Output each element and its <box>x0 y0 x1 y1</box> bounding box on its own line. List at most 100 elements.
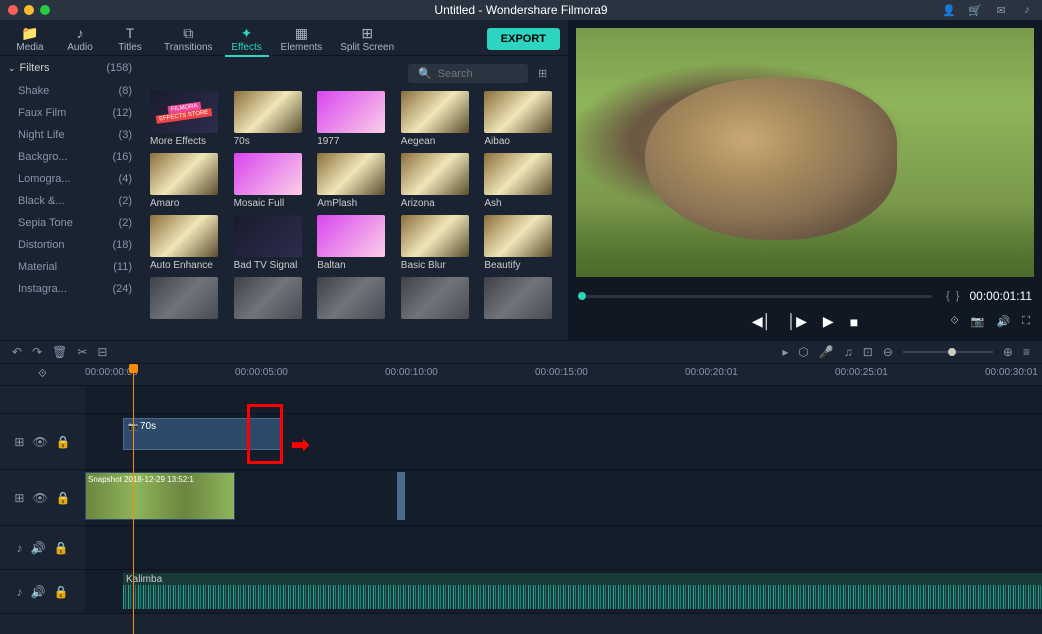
snapshot-icon[interactable]: 📷 <box>971 315 985 328</box>
effect-thumb-14[interactable]: Beautify <box>484 215 558 271</box>
effect-thumb-8[interactable]: Arizona <box>401 153 475 209</box>
sidebar-item-5[interactable]: Black &...(2) <box>0 190 140 212</box>
minimize-window[interactable] <box>24 5 34 15</box>
lock-icon[interactable]: 🔒 <box>56 491 71 505</box>
mark-in-icon[interactable]: { <box>946 290 950 302</box>
message-icon[interactable]: ✉ <box>994 3 1008 17</box>
crop-icon[interactable]: ⊟ <box>97 345 107 359</box>
timeline: ↶ ↷ 🗑 ✂ ⊟ ▸ ⬡ 🎤 ♫ ⊡ ⊖ ⊕ ≡ ⟐ 00:00:00:000… <box>0 340 1042 614</box>
track-type-icon: ⊞ <box>14 435 24 449</box>
lock-icon[interactable]: 🔒 <box>54 585 69 599</box>
visibility-icon[interactable]: 👁 <box>32 435 47 449</box>
marker-icon[interactable]: ⬡ <box>798 345 808 359</box>
effect-thumb-1[interactable]: 70s <box>234 91 308 147</box>
tab-media[interactable]: 📁Media <box>8 24 52 55</box>
audio-clip[interactable]: Kalimba <box>123 573 1042 609</box>
notification-icon[interactable]: ♪ <box>1020 3 1034 17</box>
zoom-fit-icon[interactable]: ⊡ <box>863 345 873 359</box>
cut-icon[interactable]: ✂ <box>77 345 87 359</box>
ruler-mark: 00:00:20:01 <box>685 367 738 378</box>
next-frame-button[interactable]: │▶ <box>787 313 807 330</box>
effect-thumb-11[interactable]: Bad TV Signal <box>234 215 308 271</box>
sidebar-item-3[interactable]: Backgro...(16) <box>0 146 140 168</box>
cart-icon[interactable]: 🛒 <box>968 3 982 17</box>
scrub-bar[interactable] <box>578 295 932 298</box>
external-display-icon[interactable]: ⟐ <box>950 315 959 328</box>
zoom-slider[interactable] <box>903 351 993 353</box>
render-icon[interactable]: ▸ <box>782 345 788 359</box>
effect-thumb-19[interactable] <box>484 277 558 322</box>
tab-audio[interactable]: ♪Audio <box>58 24 102 55</box>
fullscreen-icon[interactable]: ⛶ <box>1022 315 1030 328</box>
preview-panel: { } 00:00:01:11 ◀│ │▶ ▶ ■ ⟐ 📷 🔊 ⛶ <box>568 20 1042 340</box>
tab-elements[interactable]: ▦Elements <box>275 24 329 55</box>
mute-icon[interactable]: 🔊 <box>31 541 46 555</box>
lock-icon[interactable]: 🔒 <box>54 541 69 555</box>
effect-thumb-4[interactable]: Aibao <box>484 91 558 147</box>
tab-transitions[interactable]: ⧉Transitions <box>158 24 219 55</box>
playhead[interactable] <box>133 364 134 634</box>
manage-tracks-icon[interactable]: ≡ <box>1023 345 1030 359</box>
effect-thumb-18[interactable] <box>401 277 475 322</box>
redo-icon[interactable]: ↷ <box>32 345 42 359</box>
effect-thumb-6[interactable]: Mosaic Full <box>234 153 308 209</box>
effect-thumb-2[interactable]: 1977 <box>317 91 391 147</box>
search-box[interactable]: 🔍 <box>408 64 528 83</box>
video-clip-small[interactable] <box>397 472 405 520</box>
export-button[interactable]: EXPORT <box>487 28 560 50</box>
track-type-icon: ⊞ <box>14 491 24 505</box>
account-icon[interactable]: 👤 <box>942 3 956 17</box>
effect-thumb-5[interactable]: Amaro <box>150 153 224 209</box>
effect-thumb-13[interactable]: Basic Blur <box>401 215 475 271</box>
sidebar-item-6[interactable]: Sepia Tone(2) <box>0 212 140 234</box>
close-window[interactable] <box>8 5 18 15</box>
collapse-tracks-icon[interactable]: ⟐ <box>0 364 85 385</box>
preview-viewport[interactable] <box>576 28 1034 277</box>
tab-titles[interactable]: TTitles <box>108 24 152 55</box>
prev-frame-button[interactable]: ◀│ <box>752 313 772 330</box>
sidebar-item-8[interactable]: Material(11) <box>0 256 140 278</box>
sidebar-item-7[interactable]: Distortion(18) <box>0 234 140 256</box>
timeline-toolbar: ↶ ↷ 🗑 ✂ ⊟ ▸ ⬡ 🎤 ♫ ⊡ ⊖ ⊕ ≡ <box>0 340 1042 364</box>
play-button[interactable]: ▶ <box>823 313 834 330</box>
effect-thumb-9[interactable]: Ash <box>484 153 558 209</box>
mute-icon[interactable]: 🔊 <box>31 585 46 599</box>
sidebar-item-1[interactable]: Faux Film(12) <box>0 102 140 124</box>
sidebar-item-2[interactable]: Night Life(3) <box>0 124 140 146</box>
effect-thumb-10[interactable]: Auto Enhance <box>150 215 224 271</box>
zoom-in-icon[interactable]: ⊕ <box>1003 345 1013 359</box>
ruler-mark: 00:00:30:01 <box>985 367 1038 378</box>
stop-button[interactable]: ■ <box>850 314 858 330</box>
undo-icon[interactable]: ↶ <box>12 345 22 359</box>
sidebar-filters-header[interactable]: ⌄ Filters (158) <box>0 56 140 80</box>
lock-icon[interactable]: 🔒 <box>56 435 71 449</box>
sidebar-item-9[interactable]: Instagra...(24) <box>0 278 140 300</box>
effect-clip[interactable]: 70s <box>123 418 283 450</box>
time-ruler[interactable]: 00:00:00:0000:00:05:0000:00:10:0000:00:1… <box>85 364 1042 385</box>
mixer-icon[interactable]: ♫ <box>844 345 853 359</box>
effect-thumb-7[interactable]: AmPlash <box>317 153 391 209</box>
volume-icon[interactable]: 🔊 <box>997 315 1011 328</box>
maximize-window[interactable] <box>40 5 50 15</box>
effects-sidebar: ⌄ Filters (158) Shake(8)Faux Film(12)Nig… <box>0 56 140 340</box>
tab-effects[interactable]: ✦Effects <box>225 24 269 57</box>
effect-thumb-15[interactable] <box>150 277 224 322</box>
effect-thumb-12[interactable]: Baltan <box>317 215 391 271</box>
effect-thumb-16[interactable] <box>234 277 308 322</box>
tab-split-screen[interactable]: ⊞Split Screen <box>334 24 400 55</box>
delete-icon[interactable]: 🗑 <box>52 345 67 359</box>
search-input[interactable] <box>438 68 518 80</box>
zoom-out-icon[interactable]: ⊖ <box>883 345 893 359</box>
effect-thumb-0[interactable]: FILMORAEFFECTS STOREMore Effects <box>150 91 224 147</box>
record-icon[interactable]: 🎤 <box>819 345 834 359</box>
mark-out-icon[interactable]: } <box>956 290 960 302</box>
grid-view-icon[interactable]: ⊞ <box>538 67 552 81</box>
sidebar-item-4[interactable]: Lomogra...(4) <box>0 168 140 190</box>
sidebar-item-0[interactable]: Shake(8) <box>0 80 140 102</box>
visibility-icon[interactable]: 👁 <box>32 491 47 505</box>
effect-thumb-3[interactable]: Aegean <box>401 91 475 147</box>
track-spacer <box>0 386 1042 414</box>
video-clip[interactable]: Snapshot 2018-12-29 13:52:1 <box>85 472 235 520</box>
annotation-arrow: ➡ <box>291 432 309 458</box>
effect-thumb-17[interactable] <box>317 277 391 322</box>
